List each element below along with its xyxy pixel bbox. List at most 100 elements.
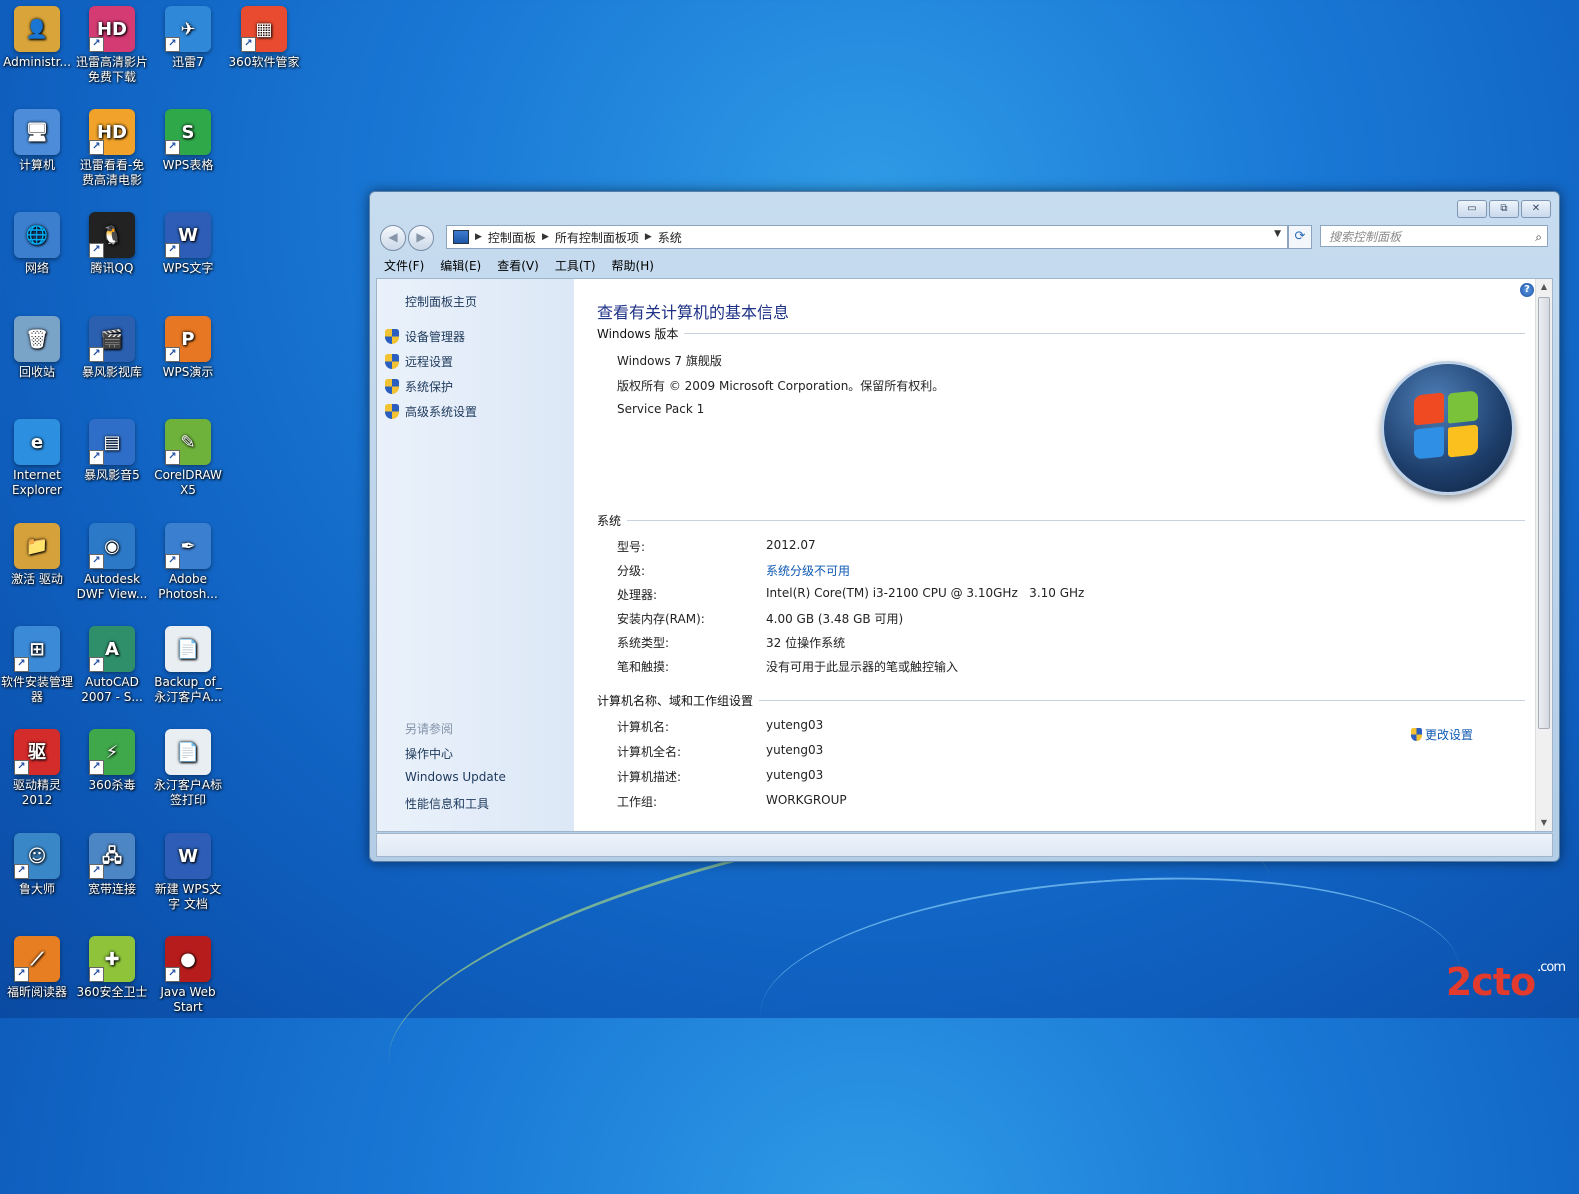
- rating-label: 分级:: [617, 564, 646, 578]
- scroll-down-icon[interactable]: ▼: [1536, 815, 1552, 831]
- desktop-icon[interactable]: e Internet Explorer: [0, 413, 74, 498]
- desktop-icon[interactable]: A ↗ AutoCAD 2007 - S...: [75, 620, 149, 705]
- desktop-icon[interactable]: ▦ ↗ 360软件管家: [227, 0, 301, 70]
- desktop-icon[interactable]: ◉ ↗ Autodesk DWF View...: [75, 517, 149, 602]
- desktop-icon-label: WPS演示: [162, 365, 214, 379]
- shield-icon: [385, 329, 399, 344]
- desktop-icon[interactable]: ✒ ↗ Adobe Photosh...: [151, 517, 225, 602]
- desktop-icon[interactable]: ● ↗ Java Web Start: [151, 930, 225, 1015]
- desktop-icon[interactable]: 📁 激活 驱动: [0, 517, 74, 587]
- app-icon: 📄: [165, 626, 211, 672]
- search-input[interactable]: 搜索控制面板 ⌕: [1320, 225, 1548, 247]
- desktop-icon-label: 软件安装管理 器: [0, 675, 73, 704]
- desktop-icon[interactable]: ⊞ ↗ 软件安装管理 器: [0, 620, 74, 705]
- shield-icon: [385, 404, 399, 419]
- maximize-button[interactable]: ⧉: [1489, 200, 1519, 218]
- windows-update-link[interactable]: Windows Update: [405, 770, 506, 784]
- desktop-icon[interactable]: 🎬 ↗ 暴风影视库: [75, 310, 149, 380]
- scroll-thumb[interactable]: [1538, 297, 1550, 729]
- app-icon: HD ↗: [89, 109, 135, 155]
- shield-icon: [385, 354, 399, 369]
- desktop-icon[interactable]: 👤 Administr...: [0, 0, 74, 70]
- performance-info-link[interactable]: 性能信息和工具: [405, 795, 489, 812]
- menu-edit[interactable]: 编辑(E): [432, 255, 489, 277]
- system-control-panel-window[interactable]: ▭ ⧉ ✕ ◀ ▶ ▶ 控制面板 ▶ 所有控制面板项 ▶ 系统 ▼ ⟳ 搜索控制…: [369, 191, 1560, 862]
- desktop-icon-label: 驱动精灵 2012: [12, 778, 61, 807]
- desktop-icon[interactable]: 🐧 ↗ 腾讯QQ: [75, 206, 149, 276]
- breadcrumb-control-panel[interactable]: 控制面板: [482, 229, 542, 246]
- task-label: 系统保护: [405, 380, 454, 394]
- desktop-icon[interactable]: ✈ ↗ 迅雷7: [151, 0, 225, 70]
- desktop-icon-label: WPS表格: [162, 158, 214, 172]
- shortcut-arrow-icon: ↗: [165, 243, 180, 258]
- desktop-icon[interactable]: 🖧 ↗ 宽带连接: [75, 827, 149, 897]
- breadcrumb-system[interactable]: 系统: [652, 229, 688, 246]
- desktop-icon[interactable]: W 新建 WPS文 字 文档: [151, 827, 225, 912]
- vertical-scrollbar[interactable]: ▲ ▼: [1535, 279, 1552, 831]
- system-protection-link[interactable]: 系统保护: [385, 378, 453, 395]
- desktop-icon[interactable]: P ↗ WPS演示: [151, 310, 225, 380]
- app-icon: ✎ ↗: [165, 419, 211, 465]
- back-button[interactable]: ◀: [380, 225, 406, 251]
- desktop-icon[interactable]: 🖥 计算机: [0, 103, 74, 173]
- desktop-icon-label: 腾讯QQ: [90, 261, 134, 275]
- forward-button[interactable]: ▶: [408, 225, 434, 251]
- address-dropdown-icon[interactable]: ▼: [1274, 229, 1281, 239]
- help-icon[interactable]: ?: [1520, 283, 1534, 297]
- address-bar[interactable]: ▶ 控制面板 ▶ 所有控制面板项 ▶ 系统 ▼: [446, 225, 1288, 249]
- app-icon: P ↗: [165, 316, 211, 362]
- change-settings-link[interactable]: 更改设置: [1411, 726, 1473, 743]
- content-area: 控制面板主页 设备管理器 远程设置 系统保护 高级系统设置 另请参阅 操作中心 …: [376, 278, 1553, 832]
- breadcrumb-separator: ▶: [541, 232, 549, 242]
- app-icon: ● ↗: [165, 936, 211, 982]
- model-label: 型号:: [617, 540, 646, 554]
- desktop-icon[interactable]: 🗑 回收站: [0, 310, 74, 380]
- app-icon: 🖥: [14, 109, 60, 155]
- menu-view[interactable]: 查看(V): [489, 255, 547, 277]
- desktop-icon[interactable]: W ↗ WPS文字: [151, 206, 225, 276]
- app-icon: 📄: [165, 729, 211, 775]
- desktop-icon[interactable]: ✚ ↗ 360安全卫士: [75, 930, 149, 1000]
- desktop-icon[interactable]: 📄 Backup_of_ 永汀客户A...: [151, 620, 225, 705]
- desktop-icon[interactable]: 📄 永汀客户A标 签打印: [151, 723, 225, 808]
- description-value: yuteng03: [766, 768, 824, 782]
- desktop-icon[interactable]: S ↗ WPS表格: [151, 103, 225, 173]
- close-button[interactable]: ✕: [1521, 200, 1551, 218]
- desktop-icon[interactable]: ✎ ↗ CorelDRAW X5: [151, 413, 225, 498]
- desktop-icon[interactable]: ▤ ↗ 暴风影音5: [75, 413, 149, 483]
- shortcut-arrow-icon: ↗: [89, 554, 104, 569]
- desktop-icon[interactable]: HD ↗ 迅雷看看-免 费高清电影: [75, 103, 149, 188]
- desktop-icon-label: 永汀客户A标 签打印: [153, 778, 223, 807]
- menu-file[interactable]: 文件(F): [376, 255, 432, 277]
- refresh-icon[interactable]: ⟳: [1288, 225, 1312, 249]
- desktop-icon[interactable]: HD ↗ 迅雷高清影片 免费下载: [75, 0, 149, 85]
- menu-help[interactable]: 帮助(H): [604, 255, 662, 277]
- desktop-icon-label: AutoCAD 2007 - S...: [81, 675, 143, 704]
- advanced-system-settings-link[interactable]: 高级系统设置: [385, 403, 477, 420]
- scroll-up-icon[interactable]: ▲: [1536, 279, 1552, 295]
- app-icon: ⚡ ↗: [89, 729, 135, 775]
- desktop-icon[interactable]: ⟋ ↗ 福昕阅读器: [0, 930, 74, 1000]
- desktop-icon[interactable]: 🌐 网络: [0, 206, 74, 276]
- system-type-value: 32 位操作系统: [766, 636, 846, 650]
- breadcrumb-all-items[interactable]: 所有控制面板项: [549, 229, 645, 246]
- action-center-link[interactable]: 操作中心: [405, 745, 453, 762]
- shortcut-arrow-icon: ↗: [14, 657, 29, 672]
- desktop-icon[interactable]: 驱 ↗ 驱动精灵 2012: [0, 723, 74, 808]
- remote-settings-link[interactable]: 远程设置: [385, 353, 453, 370]
- desktop-icon[interactable]: ☺ ↗ 鲁大师: [0, 827, 74, 897]
- desktop-icon-label: 暴风影视库: [81, 365, 142, 379]
- menu-tools[interactable]: 工具(T): [547, 255, 604, 277]
- rating-link[interactable]: 系统分级不可用: [766, 562, 850, 579]
- desktop-icon[interactable]: ⚡ ↗ 360杀毒: [75, 723, 149, 793]
- shortcut-arrow-icon: ↗: [165, 140, 180, 155]
- search-icon[interactable]: ⌕: [1535, 226, 1542, 248]
- control-panel-home-link[interactable]: 控制面板主页: [405, 293, 477, 310]
- shortcut-arrow-icon: ↗: [89, 347, 104, 362]
- breadcrumb-separator: ▶: [475, 232, 482, 242]
- app-icon: 👤: [14, 6, 60, 52]
- app-icon: 🖧 ↗: [89, 833, 135, 879]
- workgroup-label: 工作组:: [617, 795, 658, 809]
- minimize-button[interactable]: ▭: [1457, 200, 1487, 218]
- device-manager-link[interactable]: 设备管理器: [385, 328, 465, 345]
